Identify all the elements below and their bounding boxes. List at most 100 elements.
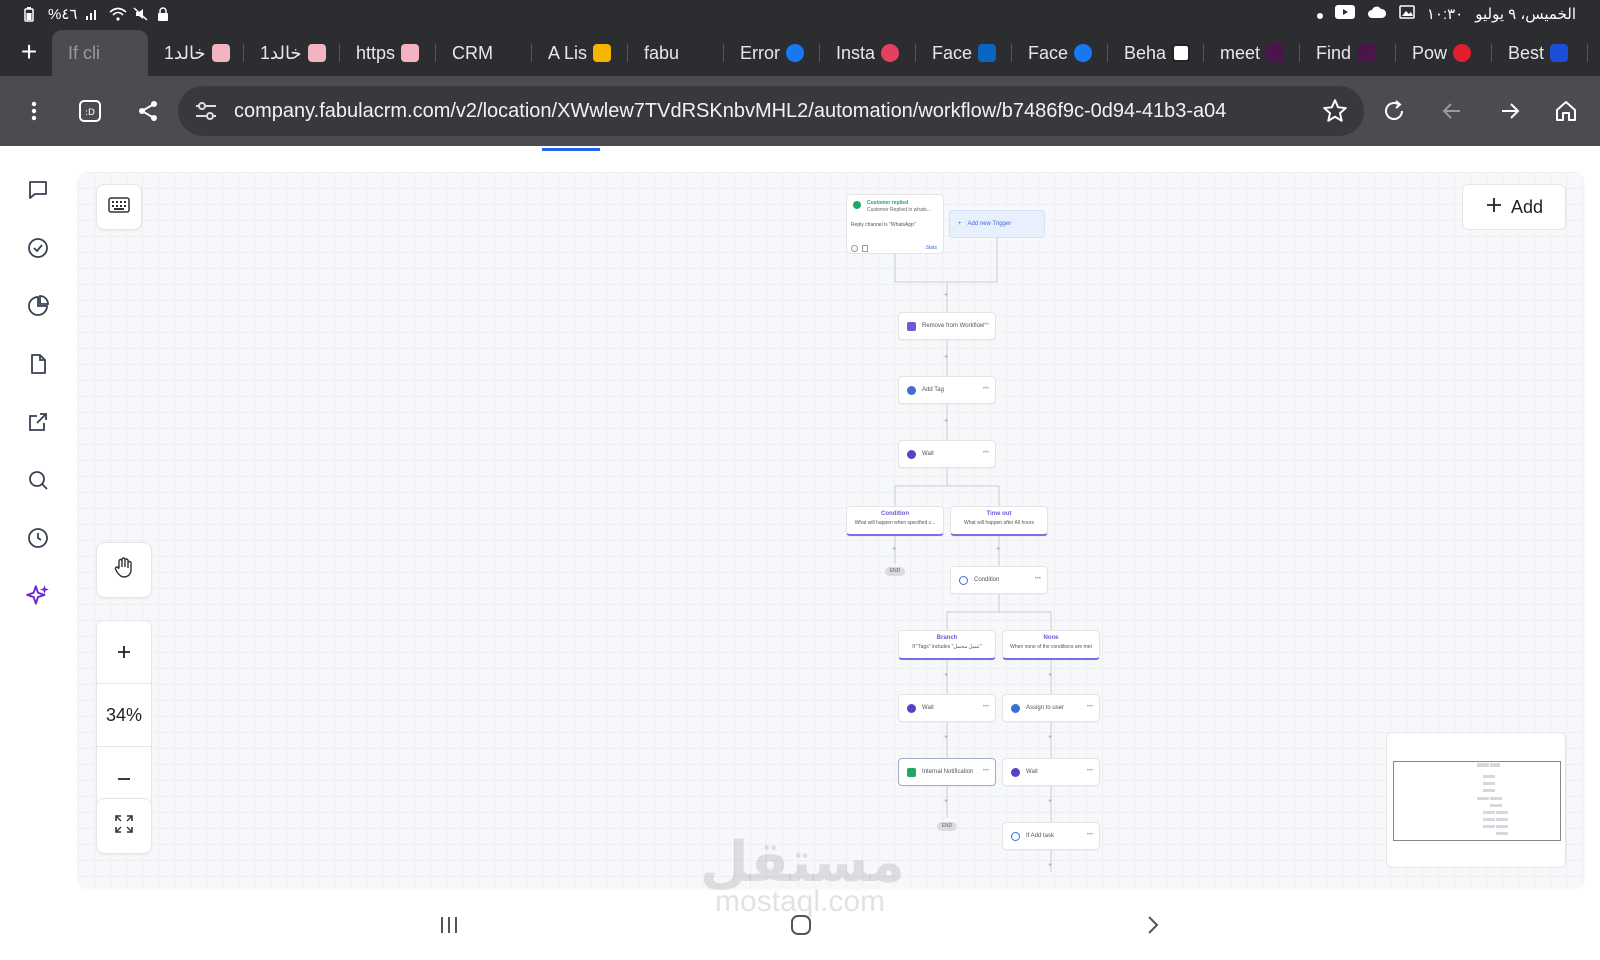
browser-tab[interactable]: https [340, 30, 436, 76]
add-step-icon[interactable]: + [944, 798, 948, 805]
more-icon[interactable]: ••• [1087, 768, 1093, 774]
site-settings-icon[interactable] [194, 100, 218, 122]
more-icon[interactable]: ••• [983, 322, 989, 328]
dex-mode-icon[interactable]: :D [74, 95, 106, 127]
add-step-icon[interactable]: + [892, 546, 896, 553]
browser-tab[interactable]: fabu [628, 30, 724, 76]
more-icon[interactable]: ••• [983, 386, 989, 392]
more-icon[interactable]: ••• [1087, 704, 1093, 710]
pie-chart-icon[interactable] [18, 286, 58, 326]
action-label: Add Tag [922, 387, 944, 393]
add-trigger-button[interactable]: + Add new Trigger [949, 210, 1045, 238]
bookmark-star-icon[interactable] [1322, 98, 1350, 126]
reload-icon[interactable] [1378, 95, 1410, 127]
tab-label: Find [1316, 42, 1352, 63]
url-text[interactable]: company.fabulacrm.com/v2/location/XWwlew… [234, 100, 1304, 123]
action-internal-notification[interactable]: Internal Notification ••• [898, 758, 996, 786]
forward-arrow-icon[interactable] [1494, 95, 1526, 127]
action-condition[interactable]: Condition ••• [950, 566, 1048, 594]
minimap[interactable] [1386, 732, 1566, 868]
browser-tab[interactable]: 1خالد [148, 30, 244, 76]
home-nav-icon[interactable] [784, 908, 818, 942]
branch-tags[interactable]: Branch If "Tags" includes "عميل محتمل" [898, 630, 996, 660]
action-wait[interactable]: Wait ••• [898, 440, 996, 468]
branch-desc: What will happen when specified c... [854, 520, 936, 526]
add-step-icon[interactable]: + [1048, 798, 1052, 805]
svg-text::D: :D [85, 108, 95, 118]
fit-view-button[interactable] [96, 798, 152, 854]
more-icon[interactable]: ••• [983, 704, 989, 710]
trash-icon[interactable] [862, 245, 868, 252]
tab-label: 1خالد [260, 42, 302, 63]
new-tab-button[interactable]: + [14, 38, 44, 68]
add-step-icon[interactable]: + [1048, 862, 1052, 869]
trigger-title: Customer replied [867, 200, 909, 206]
add-step-icon[interactable]: + [1048, 734, 1052, 741]
recents-icon[interactable] [432, 908, 466, 942]
more-icon[interactable]: ••• [983, 768, 989, 774]
keyboard-shortcuts-button[interactable] [96, 184, 142, 230]
history-icon[interactable] [18, 518, 58, 558]
browser-tab[interactable]: meet [1204, 30, 1300, 76]
plus-icon: + [958, 221, 962, 227]
search-icon[interactable] [18, 460, 58, 500]
branch-condition[interactable]: Condition What will happen when specifie… [846, 506, 944, 536]
browser-tab[interactable]: Insta [820, 30, 916, 76]
browser-tab[interactable]: Face [1012, 30, 1108, 76]
add-step-icon[interactable]: + [944, 672, 948, 679]
clock-icon [1011, 767, 1020, 777]
add-button[interactable]: Add [1462, 184, 1566, 230]
action-assign-to-user[interactable]: Assign to user ••• [1002, 694, 1100, 722]
workflow-canvas[interactable]: Customer replied Customer Replied in wha… [78, 172, 1584, 888]
browser-tab[interactable]: Error [724, 30, 820, 76]
tab-label: Error [740, 42, 780, 63]
add-step-icon[interactable]: + [944, 734, 948, 741]
browser-tab[interactable]: 1خالد [244, 30, 340, 76]
branch-title: Time out [986, 511, 1012, 517]
trigger-card[interactable]: Customer replied Customer Replied in wha… [846, 194, 944, 254]
action-wait[interactable]: Wait ••• [1002, 758, 1100, 786]
more-icon[interactable]: ••• [983, 450, 989, 456]
action-wait[interactable]: Wait ••• [898, 694, 996, 722]
browser-tab[interactable]: If cli [52, 30, 148, 76]
more-icon[interactable]: ••• [1087, 832, 1093, 838]
document-icon[interactable] [18, 344, 58, 384]
home-icon[interactable] [1550, 95, 1582, 127]
chat-icon[interactable] [18, 170, 58, 210]
browser-tab[interactable]: Face [916, 30, 1012, 76]
menu-kebab-icon[interactable] [18, 95, 50, 127]
browser-tab[interactable]: Find [1300, 30, 1396, 76]
trigger-stats[interactable]: Stats [926, 245, 937, 251]
add-step-icon[interactable]: + [996, 546, 1000, 553]
action-add-task[interactable]: If Add task ••• [1002, 822, 1100, 850]
add-step-icon[interactable]: + [1048, 672, 1052, 679]
branch-none[interactable]: None When none of the conditions are met [1002, 630, 1100, 660]
zoom-in-button[interactable] [97, 621, 151, 684]
pan-tool-button[interactable] [96, 542, 152, 598]
browser-tab[interactable]: Pow [1396, 30, 1492, 76]
back-arrow-icon[interactable] [1436, 95, 1468, 127]
copy-icon[interactable] [851, 245, 858, 252]
workflow-icon [907, 321, 916, 331]
action-remove-from-workflow[interactable]: Remove from Workflow ••• [898, 312, 996, 340]
branch-timeout[interactable]: Time out What will happen after All hour… [950, 506, 1048, 536]
share-icon[interactable] [132, 95, 164, 127]
end-marker: END [885, 567, 905, 576]
end-marker: END [937, 822, 957, 831]
browser-tab[interactable]: CRM [436, 30, 532, 76]
add-step-icon[interactable]: + [944, 418, 948, 425]
check-circle-icon[interactable] [18, 228, 58, 268]
add-step-icon[interactable]: + [944, 354, 948, 361]
address-bar[interactable]: company.fabulacrm.com/v2/location/XWwlew… [178, 86, 1364, 136]
browser-tab[interactable]: A Lis [532, 30, 628, 76]
back-nav-icon[interactable] [1136, 908, 1170, 942]
tab-label: Face [932, 42, 973, 63]
browser-tab[interactable]: Best [1492, 30, 1588, 76]
ai-sparkle-icon[interactable] [18, 576, 58, 616]
more-icon[interactable]: ••• [1035, 576, 1041, 582]
browser-tab[interactable]: Beha [1108, 30, 1204, 76]
clock-icon [907, 449, 916, 459]
external-link-icon[interactable] [18, 402, 58, 442]
add-step-icon[interactable]: + [944, 292, 948, 299]
action-add-tag[interactable]: Add Tag ••• [898, 376, 996, 404]
